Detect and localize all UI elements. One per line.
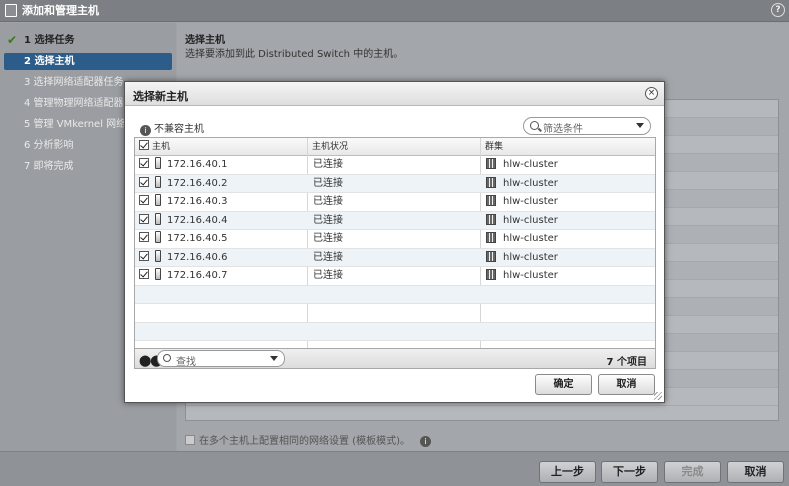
wizard-cancel-button[interactable]: 取消: [727, 461, 784, 483]
cluster-name: hlw-cluster: [503, 270, 558, 281]
incompatible-hosts-link[interactable]: i 不兼容主机: [140, 120, 204, 136]
host-status: 已连接: [313, 214, 343, 226]
host-status: 已连接: [313, 233, 343, 244]
next-button[interactable]: 下一步: [601, 461, 658, 483]
filter-input[interactable]: 筛选条件: [523, 117, 651, 135]
template-mode-option: 在多个主机上配置相同的网络设置 (模板模式)。 i: [185, 432, 431, 447]
row-checkbox[interactable]: [139, 176, 149, 187]
content-title: 选择主机: [185, 35, 225, 46]
cluster-icon: [486, 158, 496, 169]
info-icon[interactable]: i: [419, 436, 431, 447]
host-name: 172.16.40.5: [167, 233, 228, 244]
host-name: 172.16.40.7: [167, 270, 228, 281]
table-footer: ⬤⬤ 查找 7 个项目: [134, 349, 656, 369]
host-name: 172.16.40.3: [167, 196, 228, 207]
find-input[interactable]: 查找: [157, 350, 285, 368]
table-row[interactable]: 172.16.40.1 已连接 hlw-cluster: [135, 156, 655, 175]
step-select-hosts[interactable]: 2 选择主机: [4, 53, 172, 70]
resize-handle[interactable]: [654, 392, 662, 400]
cluster-name: hlw-cluster: [503, 251, 558, 263]
wizard-icon: [5, 4, 17, 17]
finish-button: 完成: [664, 461, 721, 483]
table-row[interactable]: 172.16.40.6 已连接 hlw-cluster: [135, 248, 655, 267]
select-new-hosts-dialog: 选择新主机 × i 不兼容主机 筛选条件 主机 主机状况 群集 172.16.40…: [124, 81, 665, 403]
search-icon: [530, 121, 539, 130]
cluster-name: hlw-cluster: [503, 233, 558, 244]
checkmark-icon: ✔: [7, 33, 18, 47]
wizard-titlebar: 添加和管理主机 ?: [0, 0, 789, 22]
column-header-cluster[interactable]: 群集: [481, 138, 655, 156]
host-status: 已连接: [313, 196, 343, 207]
empty-row: [135, 285, 655, 304]
wizard-title: 添加和管理主机: [22, 4, 99, 17]
column-header-host[interactable]: 主机: [135, 138, 308, 156]
host-name: 172.16.40.2: [167, 177, 228, 189]
row-checkbox[interactable]: [139, 232, 149, 242]
row-checkbox[interactable]: [139, 195, 149, 205]
cluster-icon: [486, 232, 496, 243]
table-row[interactable]: 172.16.40.2 已连接 hlw-cluster: [135, 174, 655, 193]
host-icon: [155, 212, 161, 225]
empty-row: [135, 322, 655, 341]
table-row[interactable]: 172.16.40.4 已连接 hlw-cluster: [135, 211, 655, 230]
wizard-footer: 上一步 下一步 完成 取消: [0, 451, 789, 486]
dialog-header: 选择新主机 ×: [125, 82, 664, 106]
content-subtitle: 选择要添加到此 Distributed Switch 中的主机。: [185, 49, 404, 60]
table-row[interactable]: 172.16.40.7 已连接 hlw-cluster: [135, 267, 655, 286]
host-status: 已连接: [313, 159, 343, 170]
filter-placeholder: 筛选条件: [543, 124, 583, 135]
empty-row: [135, 304, 655, 323]
cluster-icon: [486, 250, 496, 262]
host-icon: [155, 231, 161, 243]
host-name: 172.16.40.4: [167, 214, 228, 226]
cluster-icon: [486, 269, 496, 280]
cluster-icon: [486, 195, 496, 206]
cluster-icon: [486, 176, 496, 188]
row-checkbox[interactable]: [139, 269, 149, 279]
row-checkbox[interactable]: [139, 213, 149, 224]
table-row[interactable]: 172.16.40.3 已连接 hlw-cluster: [135, 193, 655, 212]
column-header-status[interactable]: 主机状况: [308, 138, 481, 156]
host-icon: [155, 157, 161, 169]
chevron-down-icon[interactable]: [270, 356, 278, 361]
host-icon: [155, 175, 161, 188]
template-mode-label: 在多个主机上配置相同的网络设置 (模板模式)。: [199, 436, 410, 447]
select-all-checkbox[interactable]: [139, 140, 149, 150]
host-icon: [155, 249, 161, 262]
cluster-name: hlw-cluster: [503, 159, 558, 170]
host-status: 已连接: [313, 251, 343, 263]
host-status: 已连接: [313, 177, 343, 189]
dialog-cancel-button[interactable]: 取消: [598, 374, 655, 395]
cluster-name: hlw-cluster: [503, 177, 558, 189]
chevron-down-icon[interactable]: [636, 123, 644, 128]
back-button[interactable]: 上一步: [539, 461, 596, 483]
find-placeholder: 查找: [176, 357, 196, 368]
close-icon[interactable]: ×: [645, 87, 658, 100]
help-icon[interactable]: ?: [771, 3, 785, 17]
host-name: 172.16.40.1: [167, 159, 228, 170]
dialog-title: 选择新主机: [133, 90, 188, 103]
row-checkbox[interactable]: [139, 158, 149, 168]
table-row[interactable]: 172.16.40.5 已连接 hlw-cluster: [135, 230, 655, 249]
cluster-name: hlw-cluster: [503, 196, 558, 207]
table-header: 主机 主机状况 群集: [135, 138, 655, 156]
ok-button[interactable]: 确定: [535, 374, 592, 395]
row-checkbox[interactable]: [139, 250, 149, 261]
template-mode-checkbox[interactable]: [185, 435, 195, 445]
cluster-icon: [486, 213, 496, 225]
host-table: 主机 主机状况 群集 172.16.40.1 已连接 hlw-cluster 1…: [134, 137, 656, 349]
host-icon: [155, 194, 161, 206]
step-select-task[interactable]: ✔ 1 选择任务: [4, 32, 172, 49]
info-icon: i: [140, 125, 151, 136]
host-icon: [155, 268, 161, 280]
cluster-name: hlw-cluster: [503, 214, 558, 226]
item-count: 7 个项目: [606, 357, 647, 368]
search-icon: [163, 354, 171, 362]
host-name: 172.16.40.6: [167, 251, 228, 263]
host-status: 已连接: [313, 270, 343, 281]
